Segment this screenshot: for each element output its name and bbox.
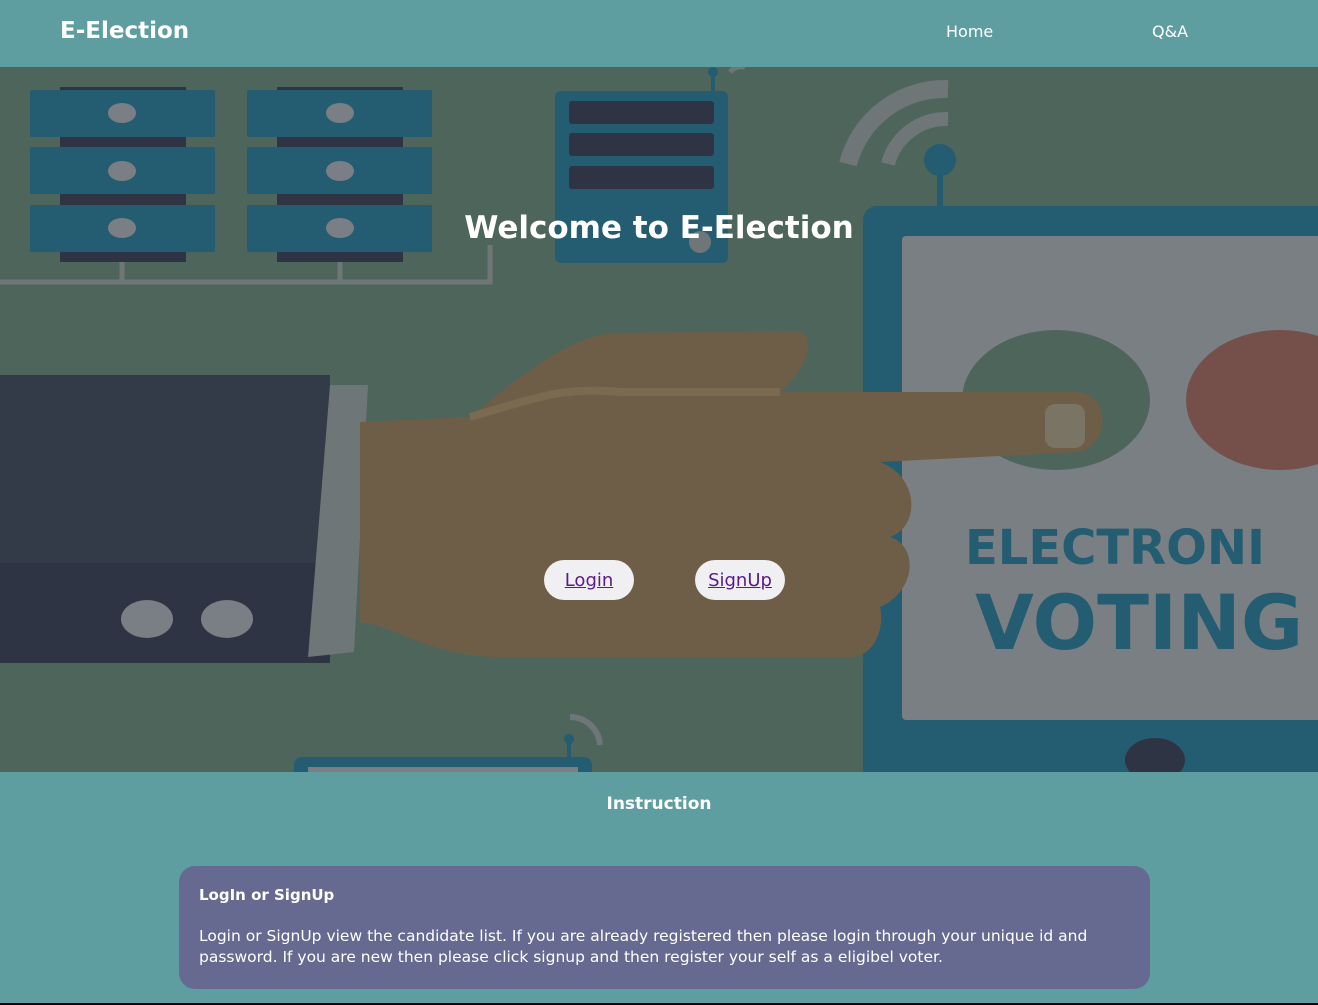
hero-title: Welcome to E-Election bbox=[464, 210, 854, 246]
login-button[interactable]: Login bbox=[544, 560, 634, 600]
nav-home-link[interactable]: Home bbox=[946, 22, 993, 41]
nav-qa-link[interactable]: Q&A bbox=[1152, 22, 1188, 41]
hero-banner: ELECTRONI VOTING Welcome to E-Election L… bbox=[0, 67, 1318, 772]
card-body: Login or SignUp view the candidate list.… bbox=[199, 927, 1088, 966]
machine-label-electronic: ELECTRONI bbox=[965, 520, 1265, 576]
small-router-icon bbox=[294, 713, 603, 772]
machine-label-voting: VOTING bbox=[975, 578, 1303, 667]
brand-logo[interactable]: E-Election bbox=[60, 18, 189, 44]
instruction-card: LogIn or SignUp Login or SignUp view the… bbox=[179, 866, 1150, 989]
voting-illustration: ELECTRONI VOTING bbox=[0, 67, 1318, 772]
voting-machine-icon: ELECTRONI VOTING bbox=[863, 206, 1318, 772]
signup-button[interactable]: SignUp bbox=[695, 560, 785, 600]
card-title: LogIn or SignUp bbox=[199, 886, 335, 904]
wifi-signal-icon bbox=[728, 67, 956, 207]
server-rack-icon bbox=[0, 87, 493, 285]
instruction-heading: Instruction bbox=[606, 794, 712, 814]
navbar: E-Election Home Q&A bbox=[0, 0, 1318, 67]
